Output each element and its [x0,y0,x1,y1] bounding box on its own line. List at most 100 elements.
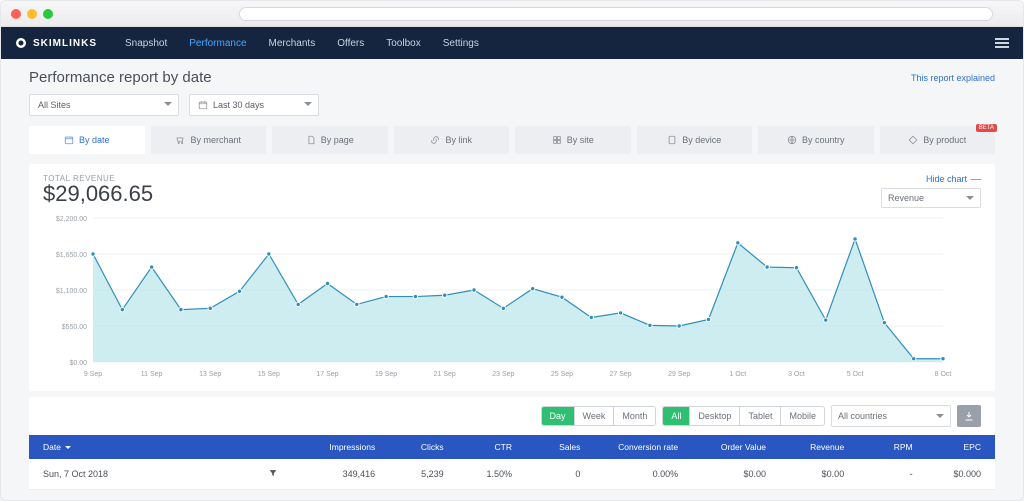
hide-chart-toggle[interactable]: Hide chart [926,174,981,184]
nav-merchants[interactable]: Merchants [269,38,316,49]
window-max-dot[interactable] [43,9,53,19]
tab-label: By product [923,135,966,145]
tab-label: By site [567,135,594,145]
revenue-chart: $0.00$550.00$1,100.00$1,650.00$2,200.009… [43,212,981,387]
svg-text:$2,200.00: $2,200.00 [56,216,87,223]
chart-panel: TOTAL REVENUE $29,066.65 Hide chart Reve… [29,164,995,391]
device-all[interactable]: All [663,407,689,425]
col-impressions[interactable]: Impressions [287,442,375,452]
device-mobile[interactable]: Mobile [780,407,824,425]
cart-icon [175,135,185,145]
table-header: Date Impressions Clicks CTR Sales Conver… [29,435,995,459]
granularity-month[interactable]: Month [613,407,655,425]
row-filter-icon[interactable] [258,468,287,480]
globe-icon [787,135,797,145]
col-sales[interactable]: Sales [512,442,580,452]
report-explained-link[interactable]: This report explained [911,73,995,83]
tab-by-site[interactable]: By site [515,126,631,154]
page-title: Performance report by date [29,69,212,86]
window-titlebar [1,1,1023,27]
svg-text:3 Oct: 3 Oct [788,371,805,378]
tab-by-country[interactable]: By country [758,126,874,154]
svg-text:9 Sep: 9 Sep [84,371,102,378]
svg-text:1 Oct: 1 Oct [729,371,746,378]
nav-offers[interactable]: Offers [337,38,364,49]
calendar-icon [64,135,74,145]
cell-clicks: 5,239 [375,469,443,479]
brand-icon [15,37,27,49]
window-min-dot[interactable] [27,9,37,19]
svg-text:$0.00: $0.00 [69,360,87,367]
tab-label: By merchant [190,135,241,145]
col-clicks[interactable]: Clicks [375,442,443,452]
svg-text:27 Sep: 27 Sep [609,371,631,378]
url-bar[interactable] [239,7,993,21]
metric-value: Revenue [888,193,924,203]
page-icon [306,135,316,145]
cell-rpm: - [844,469,912,479]
col-date[interactable]: Date [43,442,258,452]
chevron-down-icon [65,446,71,449]
col-conversion[interactable]: Conversion rate [580,442,678,452]
svg-text:5 Oct: 5 Oct [847,371,864,378]
cell-revenue: $0.00 [766,469,844,479]
chevron-down-icon [304,102,312,106]
col-epc[interactable]: EPC [913,442,981,452]
site-select[interactable]: All Sites [29,94,179,116]
grid-icon [552,135,562,145]
col-rpm[interactable]: RPM [844,442,912,452]
svg-text:29 Sep: 29 Sep [668,371,690,378]
svg-text:25 Sep: 25 Sep [551,371,573,378]
chevron-down-icon [164,102,172,106]
nav-settings[interactable]: Settings [443,38,479,49]
chevron-down-icon [966,196,974,200]
menu-icon[interactable] [995,38,1009,48]
tab-by-date[interactable]: By date [29,126,145,154]
tab-by-merchant[interactable]: By merchant [151,126,267,154]
svg-text:19 Sep: 19 Sep [375,371,397,378]
brand-logo[interactable]: SKIMLINKS [15,37,97,49]
nav-snapshot[interactable]: Snapshot [125,38,167,49]
country-select[interactable]: All countries [831,405,951,427]
tab-label: By page [321,135,354,145]
col-revenue[interactable]: Revenue [766,442,844,452]
daterange-select[interactable]: Last 30 days [189,94,319,116]
svg-text:11 Sep: 11 Sep [141,371,163,378]
granularity-week[interactable]: Week [574,407,614,425]
tab-by-link[interactable]: By link [394,126,510,154]
download-button[interactable] [957,405,981,427]
tab-by-product[interactable]: By product BETA [880,126,996,154]
calendar-icon [198,100,208,110]
cell-epc: $0.000 [913,469,981,479]
nav-toolbox[interactable]: Toolbox [386,38,420,49]
window-close-dot[interactable] [11,9,21,19]
device-tablet[interactable]: Tablet [739,407,780,425]
svg-text:21 Sep: 21 Sep [434,371,456,378]
cell-ctr: 1.50% [444,469,512,479]
granularity-day[interactable]: Day [542,407,574,425]
tag-icon [908,135,918,145]
col-ctr[interactable]: CTR [444,442,512,452]
nav-performance[interactable]: Performance [189,38,246,49]
device-desktop[interactable]: Desktop [689,407,739,425]
tab-by-device[interactable]: By device [637,126,753,154]
svg-text:$1,650.00: $1,650.00 [56,252,87,259]
svg-text:17 Sep: 17 Sep [316,371,338,378]
link-icon [430,135,440,145]
cell-sales: 0 [512,469,580,479]
hide-chart-label: Hide chart [926,174,967,184]
cell-conversion: 0.00% [580,469,678,479]
brand-text: SKIMLINKS [33,38,97,49]
minus-icon [971,179,981,180]
daterange-value: Last 30 days [213,100,264,110]
svg-text:8 Oct: 8 Oct [935,371,952,378]
col-order-value[interactable]: Order Value [678,442,766,452]
tab-by-page[interactable]: By page [272,126,388,154]
svg-text:23 Sep: 23 Sep [492,371,514,378]
metric-select[interactable]: Revenue [881,188,981,208]
total-revenue-value: $29,066.65 [43,181,153,207]
svg-text:$550.00: $550.00 [62,324,87,331]
nav-items: Snapshot Performance Merchants Offers To… [125,38,479,49]
download-icon [963,410,975,422]
funnel-icon [268,468,278,478]
